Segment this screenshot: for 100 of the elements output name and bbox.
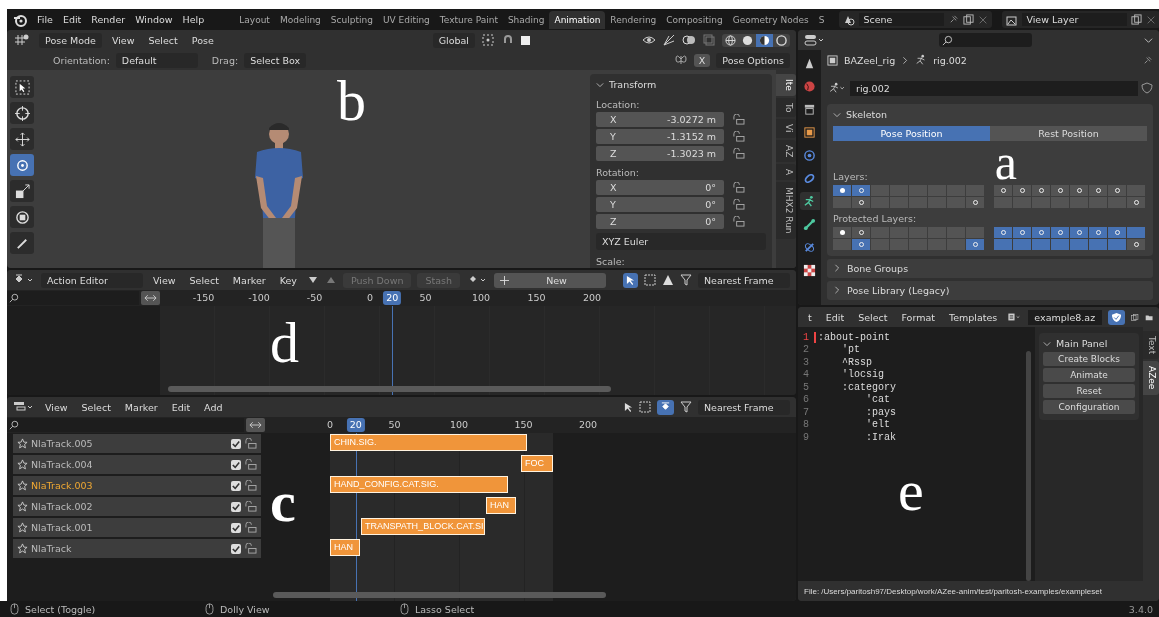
star-outline-icon[interactable] [17,543,28,554]
panel-button[interactable]: Create Blocks [1043,352,1135,366]
layer-toggle[interactable] [966,226,984,238]
menu-item[interactable]: Key [275,274,301,286]
tool-button[interactable] [10,206,34,228]
menu-item[interactable]: Render [91,14,126,25]
layer-toggle[interactable] [966,196,984,208]
orientation-dropdown[interactable]: Global [432,32,475,48]
editor-mode-dropdown[interactable]: Action Editor [41,272,143,288]
warning-icon[interactable] [662,274,674,286]
sidebar-tab[interactable]: A [776,164,796,181]
menu-item[interactable]: Select [854,311,892,323]
lock-icon[interactable] [244,480,257,491]
copy-icon[interactable] [963,14,975,25]
layer-toggle[interactable] [1089,226,1107,238]
workspace-tab[interactable]: Texture Paint [434,10,503,29]
copy-icon[interactable] [1131,14,1143,25]
layer-toggle[interactable] [1032,226,1050,238]
workspace-tab[interactable]: UV Editing [377,10,435,29]
menu-item[interactable]: Window [135,14,173,25]
select-arrow-button[interactable] [623,272,638,288]
menu-item[interactable]: Edit [62,14,82,25]
workspace-tab[interactable]: Compositing [661,10,728,29]
chevron-down-icon[interactable] [1144,35,1153,45]
layer-toggle[interactable] [871,226,889,238]
sidebar-tab[interactable]: AZee [1143,361,1159,395]
layer-toggle[interactable] [1032,184,1050,196]
gizmo-icon[interactable] [662,33,676,47]
layer-toggle[interactable] [833,238,851,250]
workspace-tab[interactable]: Modeling [274,10,326,29]
menu-item[interactable]: Add [200,401,227,413]
number-field[interactable]: Z 0° [596,214,724,229]
workspace-tab[interactable]: Sculpting [325,10,378,29]
butterfly-icon[interactable] [673,53,688,67]
mirror-x-button[interactable]: X [693,53,711,67]
lock-icon[interactable] [244,459,257,470]
layer-toggle[interactable] [1051,226,1069,238]
layer-toggle[interactable] [1108,226,1126,238]
lock-icon[interactable] [732,216,745,227]
layer-toggle[interactable] [1032,238,1050,250]
checkbox[interactable] [231,501,241,512]
layer-toggle[interactable] [1108,184,1126,196]
view-layer-name[interactable]: View Layer [1022,13,1128,26]
star-outline-icon[interactable] [17,480,28,491]
menu-item[interactable]: View [149,274,180,286]
snap-dropdown[interactable]: Nearest Frame [698,399,790,415]
lock-icon[interactable] [732,199,745,210]
sidebar-tab[interactable]: Text [1143,331,1159,360]
eye-icon[interactable] [642,33,656,47]
number-field[interactable]: Y 0° [596,197,724,212]
tool-button[interactable] [10,154,34,176]
sidebar-tab[interactable]: AZ [776,139,796,162]
current-frame-indicator[interactable]: 20 [346,418,365,432]
layer-toggle[interactable] [833,184,851,196]
layer-toggle[interactable] [966,238,984,250]
star-outline-icon[interactable] [17,501,28,512]
pin-icon[interactable] [948,14,960,25]
sidebar-tab[interactable]: Ite [776,74,796,96]
lock-icon[interactable] [244,438,257,449]
shading-button[interactable] [756,33,773,47]
layer-toggle[interactable] [947,226,965,238]
menu-item[interactable]: Marker [228,274,270,286]
track-row[interactable]: NlaTrack.004 [13,455,261,474]
menu-item[interactable]: Select [144,34,182,46]
number-field[interactable]: X -3.0272 m [596,112,724,127]
layer-toggle[interactable] [1089,238,1107,250]
layer-toggle[interactable] [1089,184,1107,196]
layer-toggle[interactable] [852,226,870,238]
track-row[interactable]: NlaTrack.001 [13,518,261,537]
menu-item[interactable]: Select [185,274,223,286]
scene-name[interactable]: Scene [859,13,945,26]
panel-button[interactable]: Configuration [1043,400,1135,414]
pivot-icon[interactable] [481,33,495,47]
view-layer-selector[interactable]: View Layer [1002,11,1159,28]
sidebar-tab[interactable]: MHX2 Run [776,182,796,239]
star-outline-icon[interactable] [17,438,28,449]
layer-toggle[interactable] [1051,184,1069,196]
star-outline-icon[interactable] [17,522,28,533]
workspace-tab[interactable]: S [813,10,830,29]
lock-icon[interactable] [244,543,257,554]
checkbox[interactable] [231,522,241,533]
overlay-icon[interactable] [682,33,696,47]
current-frame-indicator[interactable]: 20 [383,291,402,305]
search-field[interactable] [7,418,244,432]
track-row[interactable]: NlaTrack.003 [13,476,261,495]
sidebar-tab[interactable]: Vi [776,119,796,138]
orientation-dropdown[interactable]: Default [115,52,198,68]
menu-item[interactable]: View [41,401,72,413]
armature-name-field[interactable]: rig.002 [850,80,1138,96]
snap-dropdown[interactable]: Nearest Frame [698,272,790,288]
layer-toggle[interactable] [852,238,870,250]
workspace-tab[interactable]: Animation [549,10,606,29]
select-box-icon[interactable] [644,274,656,286]
menu-item[interactable]: t [804,311,816,323]
layer-toggle[interactable] [1013,226,1031,238]
menu-item[interactable]: Format [897,311,939,323]
layer-toggle[interactable] [833,196,851,208]
menu-item[interactable]: Marker [120,401,162,413]
layer-toggle[interactable] [871,238,889,250]
swap-button[interactable] [246,418,265,432]
